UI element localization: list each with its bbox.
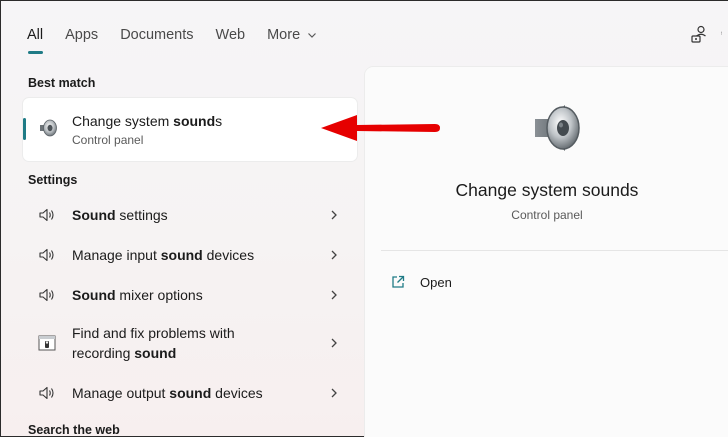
annotation-arrow-icon [321,115,440,141]
selection-indicator [23,118,26,140]
tab-all[interactable]: All [27,25,44,55]
best-match-subtitle: Control panel [72,133,144,147]
settings-item-troubleshoot-recording[interactable]: Find and fix problems with recording sou… [23,317,357,369]
chevron-right-icon [331,388,337,398]
account-switch-icon[interactable] [688,23,710,45]
detail-subtitle: Control panel [511,208,583,222]
detail-title: Change system sounds [455,180,639,200]
label-part: devices [202,247,255,263]
settings-item-sound-mixer-options[interactable]: Sound mixer options [23,275,357,315]
label-line-2: recording sound [72,343,235,363]
speaker-volume-icon [39,208,54,222]
settings-item-label: Manage input sound devices [72,245,254,265]
section-settings: Settings [28,173,78,187]
speaker-icon [535,105,580,151]
settings-item-sound-settings[interactable]: Sound settings [23,195,357,235]
settings-item-label: Sound settings [72,205,168,225]
best-match-title: Change system sounds [72,113,222,129]
label-bold-part: Sound [72,287,116,303]
settings-item-manage-input-devices[interactable]: Manage input sound devices [23,235,357,275]
section-search-web: Search the web [28,423,120,437]
open-action[interactable]: Open [390,271,452,293]
tab-apps[interactable]: Apps [65,25,98,55]
best-match-result[interactable]: Change system sounds Control panel [23,98,357,161]
divider [381,250,728,251]
chevron-right-icon [331,250,337,260]
label-bold-part: sound [160,247,203,263]
best-match-title-prefix: Change system [72,113,174,129]
label-line-1: Find and fix problems with [72,325,235,341]
settings-item-manage-output-devices[interactable]: Manage output sound devices [23,373,357,413]
open-label: Open [420,274,452,290]
label-bold-part: sound [134,345,177,361]
label-part: mixer options [115,287,203,303]
open-external-icon [392,275,405,288]
speaker-volume-icon [39,288,54,302]
label-part: recording [72,345,135,361]
best-match-title-suffix: s [215,113,223,129]
chevron-down-icon [308,33,317,39]
label-part: Manage output [72,385,170,401]
chevron-right-icon [331,210,337,220]
label-part: Manage input [72,247,161,263]
label-bold-part: sound [169,385,212,401]
top-right-actions [680,23,728,45]
troubleshoot-icon [38,335,56,351]
label-bold-part: Sound [72,207,116,223]
best-match-title-highlight: sound [173,113,216,129]
tab-web[interactable]: Web [216,25,246,55]
speaker-volume-icon [39,248,54,262]
tab-more[interactable]: More [267,25,317,55]
tab-more-label: More [267,27,301,43]
chevron-right-icon [331,290,337,300]
filter-tabs: All Apps Documents Web More [27,25,339,55]
more-options-icon[interactable] [720,23,728,45]
tab-documents[interactable]: Documents [120,25,193,55]
label-part: settings [115,207,168,223]
search-window: All Apps Documents Web More Best match C… [0,0,728,437]
speaker-icon [40,119,57,137]
settings-item-label: Sound mixer options [72,285,203,305]
speaker-volume-icon [39,386,54,400]
chevron-right-icon [331,338,337,348]
label-part: devices [211,385,263,401]
settings-item-label: Manage output sound devices [72,383,263,403]
settings-item-label: Find and fix problems with recording sou… [72,323,235,363]
section-best-match: Best match [28,76,96,90]
